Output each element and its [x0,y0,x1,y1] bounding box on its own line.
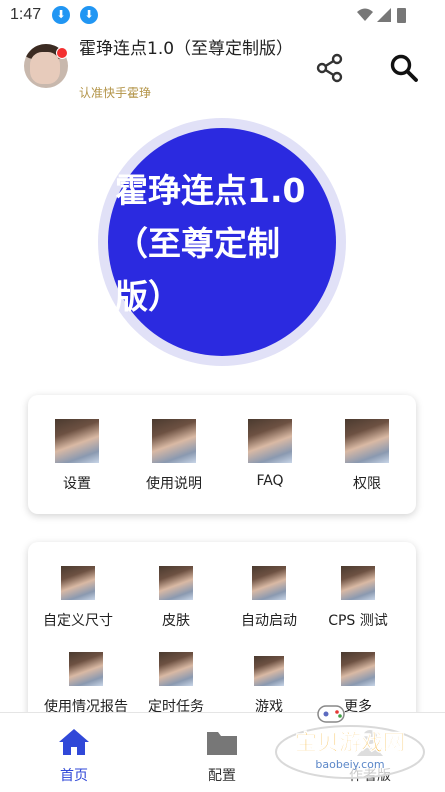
page-title: 霍琤连点1.0（至尊定制版） [79,39,294,59]
game-icon [254,656,284,686]
permissions-icon [345,419,389,463]
feature-skin[interactable]: 皮肤 [136,566,216,630]
watermark-url: baobeiy.com [315,758,384,771]
status-time: 1:47 [10,6,42,23]
share-icon[interactable] [314,52,346,84]
home-icon [59,729,89,755]
wifi-icon [357,8,373,21]
nav-label: 首页 [60,768,88,784]
menu-item-permissions[interactable]: 权限 [332,419,402,493]
feature-label: CPS 测试 [328,613,388,629]
folder-icon [207,732,237,755]
menu-item-label: 使用说明 [146,476,202,492]
watermark-logo: 宝贝游戏网 baobeiy.com [275,705,425,779]
scheduled-task-icon [159,652,193,686]
hero-text: 霍琤连点1.0（至尊定制版） [115,171,306,316]
feature-usage-report[interactable]: 使用情况报告 [36,652,136,716]
menu-item-label: 设置 [63,476,91,492]
battery-icon [397,8,406,23]
menu-item-settings[interactable]: 设置 [42,419,112,493]
menu-item-label: FAQ [256,473,284,489]
notification-dot [56,47,68,59]
menu-item-faq[interactable]: FAQ [235,419,305,489]
watermark-text: 宝贝游戏网 [295,730,405,756]
feature-auto-start[interactable]: 自动启动 [226,566,312,630]
usage-report-icon [69,652,103,686]
download-icon: ⬇ [52,6,70,24]
settings-icon [55,419,99,463]
cps-test-icon [341,566,375,600]
skin-icon [159,566,193,600]
search-icon[interactable] [388,52,420,84]
status-icons [357,8,406,23]
more-icon [341,652,375,686]
feature-label: 自动启动 [241,613,297,629]
feature-scheduled-task[interactable]: 定时任务 [136,652,216,716]
auto-start-icon [252,566,286,600]
menu-item-instructions[interactable]: 使用说明 [138,419,210,493]
menu-item-label: 权限 [353,476,381,492]
feature-custom-size[interactable]: 自定义尺寸 [38,566,118,630]
nav-label: 配置 [208,768,236,784]
page-subtitle: 认准快手霍琤 [79,86,152,100]
nav-home[interactable]: 首页 [34,727,114,785]
instructions-icon [152,419,196,463]
feature-label: 自定义尺寸 [43,613,113,629]
nav-config[interactable]: 配置 [182,727,262,785]
download-icon: ⬇ [80,6,98,24]
gamepad-icon [317,705,345,723]
quick-menu-card: 设置 使用说明 FAQ 权限 [28,395,416,514]
feature-label: 皮肤 [162,613,190,629]
signal-icon [377,8,391,22]
faq-icon [248,419,292,463]
status-bar: 1:47 ⬇ ⬇ [0,0,445,30]
custom-size-icon [61,566,95,600]
feature-cps-test[interactable]: CPS 测试 [318,566,398,630]
app-header: 霍琤连点1.0（至尊定制版） 认准快手霍琤 [0,36,445,106]
